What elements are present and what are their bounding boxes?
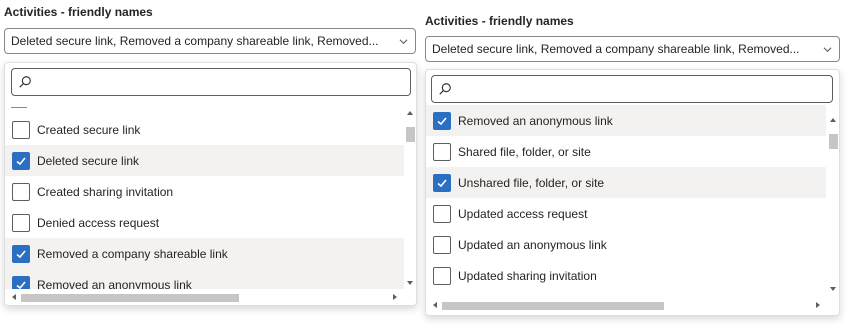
checkbox[interactable]	[433, 204, 451, 223]
checkbox-checked[interactable]	[433, 111, 451, 130]
search-icon	[439, 83, 451, 95]
scroll-left-icon[interactable]	[10, 293, 18, 301]
list-divider	[11, 107, 27, 108]
option-created-sharing-invitation[interactable]: Created sharing invitation	[5, 176, 404, 207]
checkmark-icon	[16, 280, 26, 289]
scroll-right-icon[interactable]	[814, 301, 822, 309]
option-label: Created sharing invitation	[37, 184, 174, 199]
option-shared-file-folder-site[interactable]: Shared file, folder, or site	[426, 136, 826, 167]
options-list: Removed an anonymous link Shared file, f…	[426, 105, 826, 297]
vertical-scrollbar[interactable]	[827, 114, 839, 297]
activities-dropdown[interactable]: Deleted secure link, Removed a company s…	[425, 36, 840, 62]
checkbox-checked[interactable]	[12, 275, 30, 289]
chevron-down-icon[interactable]	[399, 37, 408, 46]
option-label: Shared file, folder, or site	[458, 144, 591, 159]
scrollbar-thumb[interactable]	[21, 294, 239, 302]
scrollbar-thumb[interactable]	[406, 127, 415, 142]
left-panel: Activities - friendly names Deleted secu…	[0, 0, 421, 329]
scroll-up-icon[interactable]	[406, 109, 414, 117]
field-title: Activities - friendly names	[425, 14, 574, 28]
right-panel: Activities - friendly names Deleted secu…	[421, 0, 849, 329]
search-input[interactable]	[431, 75, 833, 103]
horizontal-scrollbar[interactable]	[7, 291, 404, 303]
option-removed-anonymous-link[interactable]: Removed an anonymous link	[426, 105, 826, 136]
options-list: Created secure link Deleted secure link …	[5, 114, 404, 289]
horizontal-scrollbar[interactable]	[428, 299, 827, 311]
checkbox-checked[interactable]	[12, 244, 30, 263]
checkmark-icon	[437, 178, 447, 187]
checkbox-checked[interactable]	[433, 173, 451, 192]
vertical-scrollbar[interactable]	[404, 107, 416, 289]
option-label: Updated an anonymous link	[458, 237, 607, 252]
option-label: Removed a company shareable link	[37, 246, 228, 261]
checkbox[interactable]	[433, 235, 451, 254]
option-removed-company-shareable-link[interactable]: Removed a company shareable link	[5, 238, 404, 269]
option-label: Removed an anonymous link	[458, 113, 613, 128]
checkmark-icon	[16, 249, 26, 258]
chevron-down-icon[interactable]	[823, 45, 832, 54]
option-label: Created secure link	[37, 122, 141, 137]
activities-dropdown[interactable]: Deleted secure link, Removed a company s…	[4, 28, 416, 54]
scroll-up-icon[interactable]	[829, 116, 837, 124]
checkbox[interactable]	[433, 142, 451, 161]
checkmark-icon	[16, 156, 26, 165]
checkmark-icon	[437, 116, 447, 125]
option-label: Unshared file, folder, or site	[458, 175, 605, 190]
checkbox[interactable]	[12, 120, 30, 139]
checkbox[interactable]	[433, 266, 451, 285]
option-label: Denied access request	[37, 215, 160, 230]
checkbox[interactable]	[12, 213, 30, 232]
option-denied-access-request[interactable]: Denied access request	[5, 207, 404, 238]
scroll-down-icon[interactable]	[829, 285, 837, 293]
field-title: Activities - friendly names	[4, 5, 153, 19]
option-label: Updated access request	[458, 206, 588, 221]
scrollbar-thumb[interactable]	[829, 134, 838, 149]
option-updated-anonymous-link[interactable]: Updated an anonymous link	[426, 229, 826, 260]
option-updated-access-request[interactable]: Updated access request	[426, 198, 826, 229]
search-icon	[19, 76, 31, 88]
scrollbar-thumb[interactable]	[442, 302, 664, 310]
dropdown-popup: Removed an anonymous link Shared file, f…	[425, 69, 840, 316]
option-deleted-secure-link[interactable]: Deleted secure link	[5, 145, 404, 176]
scroll-left-icon[interactable]	[431, 301, 439, 309]
option-label: Updated sharing invitation	[458, 268, 597, 283]
dropdown-value: Deleted secure link, Removed a company s…	[11, 34, 379, 48]
dropdown-popup: Created secure link Deleted secure link …	[4, 62, 417, 306]
scroll-right-icon[interactable]	[391, 293, 399, 301]
scroll-down-icon[interactable]	[406, 279, 414, 287]
option-created-secure-link[interactable]: Created secure link	[5, 114, 404, 145]
option-removed-anonymous-link[interactable]: Removed an anonymous link	[5, 269, 404, 289]
checkbox[interactable]	[12, 182, 30, 201]
option-label: Deleted secure link	[37, 153, 140, 168]
search-input[interactable]	[11, 68, 411, 96]
option-updated-sharing-invitation[interactable]: Updated sharing invitation	[426, 260, 826, 291]
dropdown-value: Deleted secure link, Removed a company s…	[432, 42, 800, 56]
checkbox-checked[interactable]	[12, 151, 30, 170]
option-label: Removed an anonymous link	[37, 277, 192, 290]
option-unshared-file-folder-site[interactable]: Unshared file, folder, or site	[426, 167, 826, 198]
